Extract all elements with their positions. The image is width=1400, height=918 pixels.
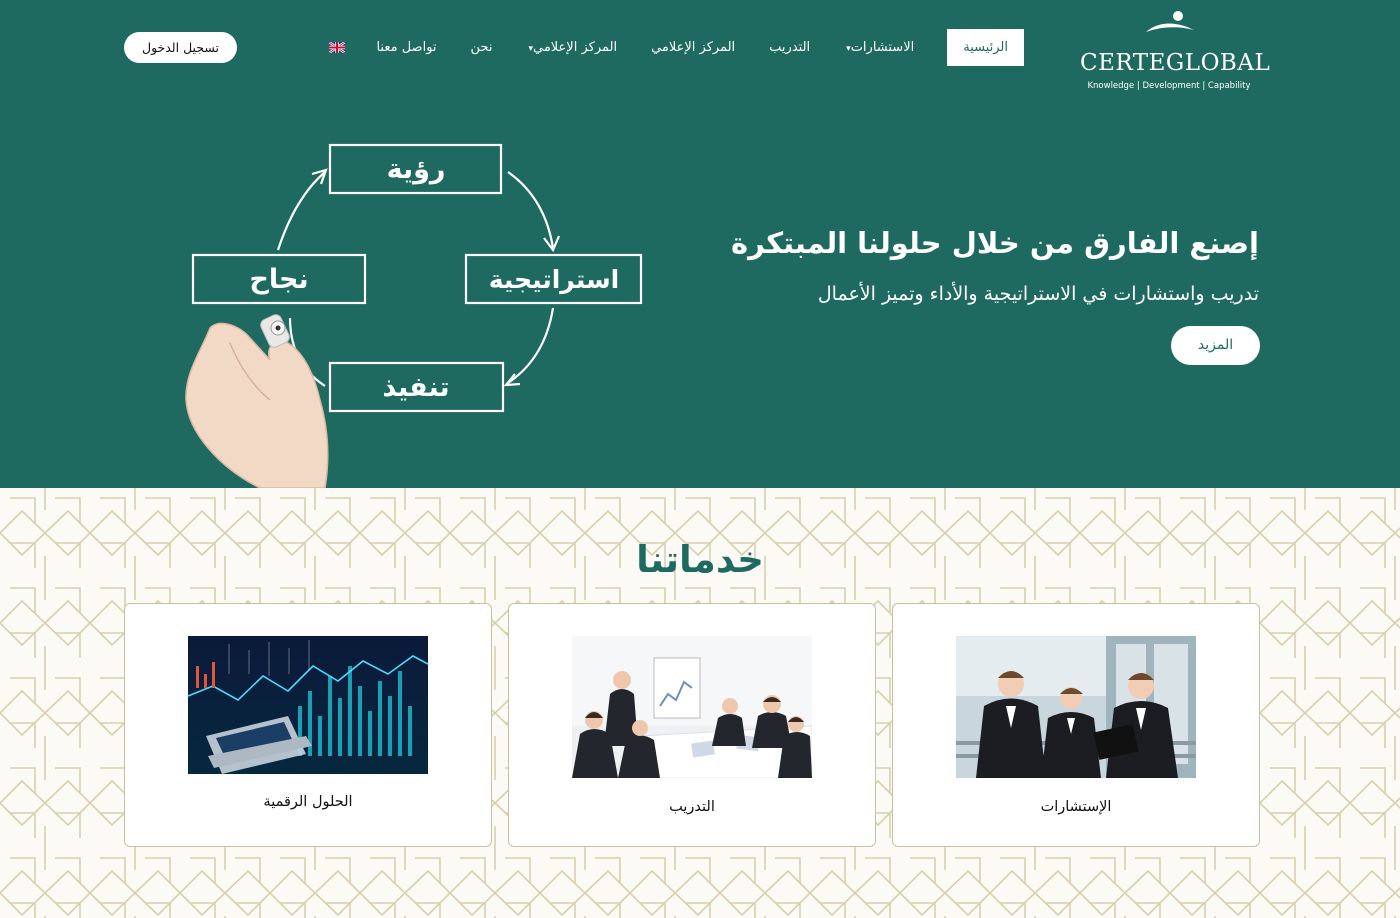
nav-item-about[interactable]: نحن	[454, 29, 510, 66]
nav-item-label: نحن	[470, 40, 493, 55]
service-card-label: الحلول الرقمية	[263, 794, 353, 810]
digital-chart-photo	[188, 636, 428, 774]
services-title: خدماتنا	[636, 538, 764, 581]
nav-item-contact[interactable]: تواصل معنا	[359, 29, 453, 66]
service-card-training[interactable]: التدريب	[508, 603, 876, 847]
services-section: خدماتنا الإستشارات التدريب الحلول الرقمي…	[0, 488, 1400, 918]
nav-item-label: الرئيسية	[963, 40, 1008, 55]
nav-item-media-center-menu[interactable]: ▾المركز الإعلامي	[509, 29, 634, 66]
strategy-cycle-illustration: رؤية استراتيجية تنفيذ نجاح	[185, 143, 643, 488]
nav-item-label: المركز الإعلامي	[651, 40, 736, 55]
brand-name: CERTEGLOBAL	[1080, 50, 1271, 76]
service-card-consulting[interactable]: الإستشارات	[892, 603, 1260, 847]
hero-subtitle: تدريب واستشارات في الاستراتيجية والأداء …	[817, 283, 1259, 305]
service-card-digital-solutions[interactable]: الحلول الرقمية	[124, 603, 492, 847]
hand-with-marker	[185, 314, 329, 488]
nav-item-training[interactable]: التدريب	[752, 29, 827, 66]
nav-item-home[interactable]: الرئيسية	[947, 29, 1024, 66]
service-card-label: التدريب	[669, 799, 715, 815]
brand-logo[interactable]: CERTEGLOBAL Knowledge | Development | Ca…	[1080, 10, 1271, 91]
cycle-step-vision: رؤية	[387, 154, 446, 185]
hero-band: CERTEGLOBAL Knowledge | Development | Ca…	[0, 0, 1400, 488]
logo-mark-icon	[1146, 11, 1194, 32]
training-meeting-photo	[572, 636, 812, 778]
nav-item-label: التدريب	[769, 40, 811, 55]
login-button[interactable]: تسجيل الدخول	[124, 32, 237, 63]
cycle-step-execution: تنفيذ	[382, 372, 449, 403]
business-team-photo	[956, 636, 1196, 778]
cycle-step-strategy: استراتيجية	[489, 265, 619, 295]
more-button[interactable]: المزيد	[1171, 326, 1260, 365]
nav-item-media-center[interactable]: المركز الإعلامي	[634, 29, 752, 66]
hero-title: إصنع الفارق من خلال حلولنا المبتكرة	[731, 226, 1259, 260]
cycle-step-success: نجاح	[249, 264, 308, 295]
nav-item-label: الاستشارات	[850, 40, 915, 55]
main-nav: الرئيسية ▾الاستشارات التدريب المركز الإع…	[315, 29, 1024, 66]
uk-flag-icon[interactable]	[329, 42, 346, 53]
nav-item-label: المركز الإعلامي	[532, 40, 618, 55]
nav-item-label: تواصل معنا	[376, 40, 437, 55]
service-card-label: الإستشارات	[1040, 799, 1112, 815]
nav-item-consulting[interactable]: ▾الاستشارات	[827, 29, 931, 66]
brand-tagline: Knowledge | Development | Capability	[1087, 81, 1251, 91]
